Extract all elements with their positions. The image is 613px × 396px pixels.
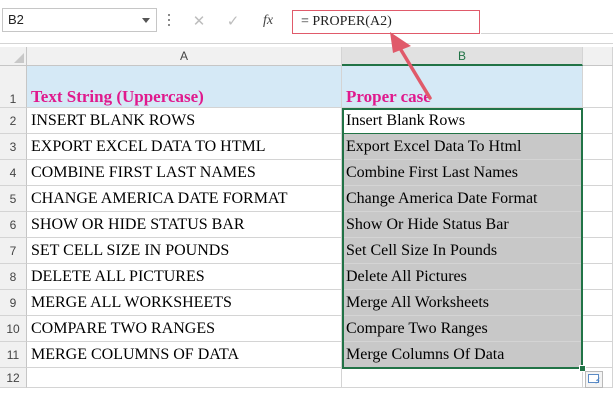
drag-handle-icon[interactable] — [167, 14, 171, 28]
quick-analysis-button[interactable]: ⚡ — [585, 371, 603, 388]
insert-function-button[interactable]: fx — [257, 10, 279, 32]
name-box[interactable]: B2 — [2, 8, 157, 32]
cell-b[interactable]: Set Cell Size In Pounds — [342, 238, 583, 264]
row-header[interactable]: 4 — [0, 160, 27, 186]
cell-c[interactable] — [583, 238, 613, 264]
cell-c[interactable] — [583, 212, 613, 238]
lightning-icon: ⚡ — [594, 377, 601, 387]
cell-a[interactable]: EXPORT EXCEL DATA TO HTML — [27, 134, 342, 160]
cell-c[interactable] — [583, 316, 613, 342]
row-header[interactable]: 6 — [0, 212, 27, 238]
row-header[interactable]: 10 — [0, 316, 27, 342]
cell-a[interactable]: COMPARE TWO RANGES — [27, 316, 342, 342]
enter-icon[interactable]: ✓ — [222, 10, 244, 32]
cell-c[interactable] — [583, 290, 613, 316]
formula-bar-border — [0, 43, 613, 44]
row-header[interactable]: 7 — [0, 238, 27, 264]
row-header[interactable]: 12 — [0, 368, 27, 388]
cell-b[interactable]: Proper case — [342, 66, 583, 108]
cell-a[interactable]: SET CELL SIZE IN POUNDS — [27, 238, 342, 264]
cell-a[interactable]: DELETE ALL PICTURES — [27, 264, 342, 290]
row-header[interactable]: 5 — [0, 186, 27, 212]
cell-a[interactable]: CHANGE AMERICA DATE FORMAT — [27, 186, 342, 212]
cell-c[interactable] — [583, 66, 613, 108]
formula-bar-divider — [481, 33, 613, 34]
cell-a[interactable]: MERGE ALL WORKSHEETS — [27, 290, 342, 316]
row-header[interactable]: 1 — [0, 66, 27, 108]
cell-b[interactable]: Merge Columns Of Data — [342, 342, 583, 368]
column-header-b[interactable]: B — [342, 47, 583, 66]
cell-a[interactable]: SHOW OR HIDE STATUS BAR — [27, 212, 342, 238]
row-header[interactable]: 8 — [0, 264, 27, 290]
cell-b[interactable]: Export Excel Data To Html — [342, 134, 583, 160]
cell-c[interactable] — [583, 186, 613, 212]
cell-b[interactable]: Combine First Last Names — [342, 160, 583, 186]
cell-c[interactable] — [583, 134, 613, 160]
cell-b[interactable]: Show Or Hide Status Bar — [342, 212, 583, 238]
cell-b[interactable] — [342, 368, 583, 388]
cell-c[interactable] — [583, 160, 613, 186]
cell-b[interactable]: Compare Two Ranges — [342, 316, 583, 342]
row-header[interactable]: 9 — [0, 290, 27, 316]
cell-a[interactable] — [27, 368, 342, 388]
cell-a[interactable]: MERGE COLUMNS OF DATA — [27, 342, 342, 368]
column-header-a[interactable]: A — [27, 47, 342, 66]
row-header[interactable]: 11 — [0, 342, 27, 368]
cell-c[interactable] — [583, 108, 613, 134]
row-header[interactable]: 3 — [0, 134, 27, 160]
cell-a[interactable]: Text String (Uppercase) — [27, 66, 342, 108]
cell-b[interactable]: Insert Blank Rows — [342, 108, 583, 134]
row-header[interactable]: 2 — [0, 108, 27, 134]
cell-c[interactable] — [583, 342, 613, 368]
column-header-c[interactable] — [583, 47, 613, 66]
cell-a[interactable]: INSERT BLANK ROWS — [27, 108, 342, 134]
cell-c[interactable] — [583, 264, 613, 290]
formula-bar: B2 ✕ ✓ fx = PROPER(A2) — [0, 0, 613, 44]
cell-b[interactable]: Delete All Pictures — [342, 264, 583, 290]
formula-input[interactable]: = PROPER(A2) — [292, 10, 480, 34]
cell-a[interactable]: COMBINE FIRST LAST NAMES — [27, 160, 342, 186]
chevron-down-icon[interactable] — [142, 18, 150, 23]
select-all-corner[interactable] — [0, 47, 27, 66]
cancel-icon[interactable]: ✕ — [188, 10, 210, 32]
name-box-value: B2 — [8, 12, 24, 27]
cell-b[interactable]: Change America Date Format — [342, 186, 583, 212]
cell-b[interactable]: Merge All Worksheets — [342, 290, 583, 316]
